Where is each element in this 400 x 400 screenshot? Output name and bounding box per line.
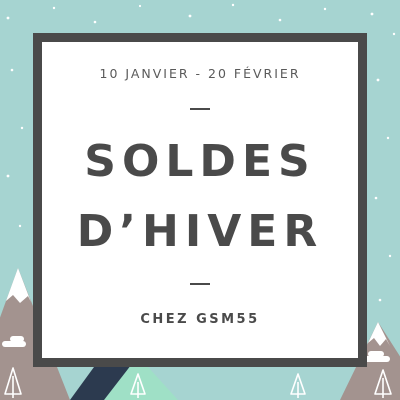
sale-dates: 10 JANVIER - 20 FÉVRIER	[99, 66, 301, 81]
divider-bottom	[190, 283, 210, 285]
poster-text: 10 JANVIER - 20 FÉVRIER SOLDES D’HIVER C…	[0, 0, 400, 400]
title-line-1: SOLDES	[84, 136, 316, 187]
shop-name: CHEZ GSM55	[140, 312, 260, 327]
title-line-2: D’HIVER	[76, 206, 324, 257]
divider-top	[190, 108, 210, 110]
